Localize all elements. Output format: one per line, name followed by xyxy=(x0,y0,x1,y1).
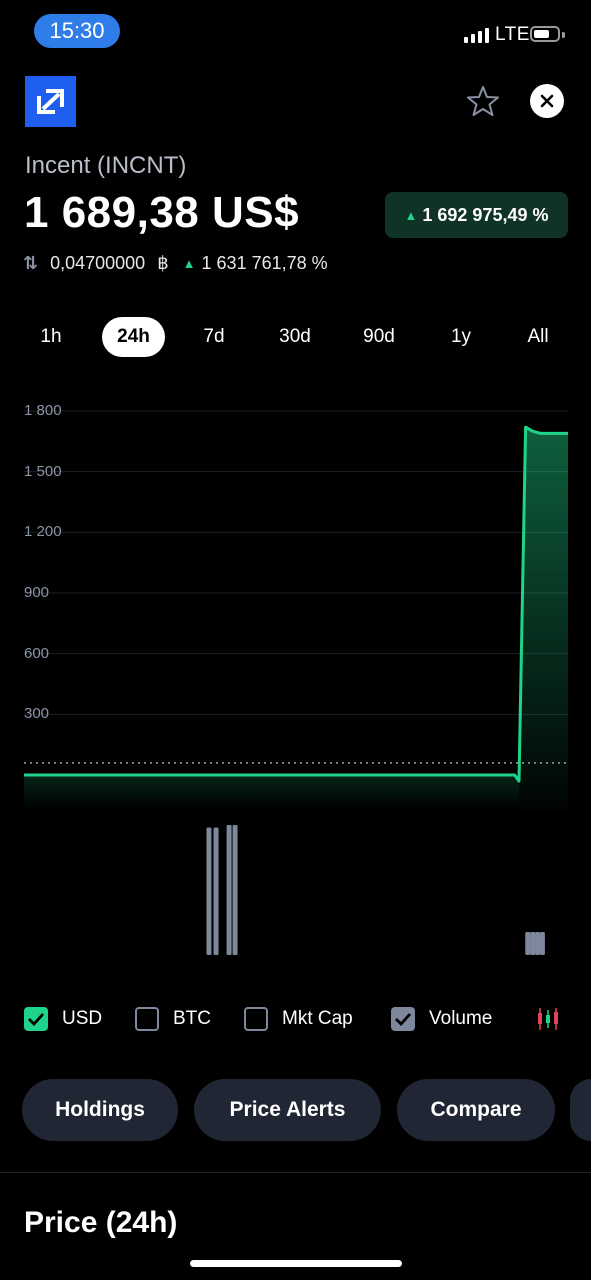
price-chart[interactable]: 1 800 1 500 1 200 900 600 300 xyxy=(0,390,591,970)
up-triangle-icon: ▲ xyxy=(182,256,196,271)
tab-7d[interactable]: 7d xyxy=(188,317,240,357)
home-indicator[interactable] xyxy=(190,1260,402,1267)
star-icon[interactable] xyxy=(466,84,500,123)
compare-button[interactable]: Compare xyxy=(397,1079,555,1141)
volume-bar xyxy=(525,932,531,955)
candlestick-icon[interactable] xyxy=(536,1006,562,1037)
price-area xyxy=(519,427,568,810)
chart-legend: USD BTC Mkt Cap Volume xyxy=(0,1002,591,1038)
volume-bar xyxy=(539,932,545,955)
holdings-button[interactable]: Holdings xyxy=(22,1079,178,1141)
swap-arrows-icon[interactable]: ⇅ xyxy=(23,253,38,274)
cellular-signal-icon xyxy=(464,28,489,43)
btc-label: BTC xyxy=(173,1008,211,1029)
up-triangle-icon: ▲ xyxy=(404,207,418,223)
price-alerts-button[interactable]: Price Alerts xyxy=(194,1079,381,1141)
coin-logo-icon xyxy=(25,76,76,127)
price-area-base xyxy=(24,774,520,810)
btc-change-value: 1 631 761,78 % xyxy=(201,253,328,273)
coin-price: 1 689,38 US$ xyxy=(24,188,300,237)
tab-1y[interactable]: 1y xyxy=(437,317,485,357)
mkt-cap-checkbox[interactable] xyxy=(244,1007,268,1031)
coin-name: Incent (INCNT) xyxy=(25,152,187,179)
y-axis-tick-label: 900 xyxy=(24,584,50,601)
btc-price-row: ⇅ 0,04700000 ฿ ▲ 1 631 761,78 % xyxy=(23,253,328,274)
volume-bar xyxy=(530,932,536,955)
section-divider xyxy=(0,1172,591,1173)
price-change-value: 1 692 975,49 % xyxy=(422,204,549,225)
close-button[interactable] xyxy=(530,84,564,118)
price-change-badge: ▲ 1 692 975,49 % xyxy=(385,192,568,238)
price-chart-svg xyxy=(24,410,568,955)
price-line xyxy=(24,425,568,783)
btc-symbol: ฿ xyxy=(157,253,169,273)
btc-price: 0,04700000 xyxy=(50,253,146,273)
volume-bar xyxy=(213,827,219,955)
status-time: 15:30 xyxy=(34,14,120,48)
close-icon xyxy=(540,94,554,108)
volume-checkbox[interactable] xyxy=(391,1007,415,1031)
y-axis-tick-label: 1 200 xyxy=(24,523,62,541)
volume-label: Volume xyxy=(429,1008,493,1029)
y-axis-tick-label: 1 800 xyxy=(24,402,62,419)
volume-bar xyxy=(232,825,238,955)
btc-checkbox[interactable] xyxy=(135,1007,159,1031)
tab-all[interactable]: All xyxy=(513,317,563,357)
tab-30d[interactable]: 30d xyxy=(268,317,322,357)
usd-label: USD xyxy=(62,1008,103,1029)
usd-checkbox[interactable] xyxy=(24,1007,48,1031)
tab-90d[interactable]: 90d xyxy=(352,317,406,357)
volume-bar xyxy=(226,825,232,955)
more-actions-button[interactable] xyxy=(570,1079,591,1141)
y-axis-tick-label: 300 xyxy=(24,705,50,723)
y-axis-tick-label: 600 xyxy=(24,644,50,662)
battery-tip xyxy=(562,32,565,38)
y-axis-tick-label: 1 500 xyxy=(24,462,62,480)
tab-24h[interactable]: 24h xyxy=(102,317,165,357)
mkt-cap-label: Mkt Cap xyxy=(282,1008,353,1029)
tab-1h[interactable]: 1h xyxy=(24,317,78,357)
network-type: LTE xyxy=(495,24,530,45)
volume-bar xyxy=(535,932,541,955)
battery-icon xyxy=(530,26,560,42)
time-range-tabs: 1h 24h 7d 30d 90d 1y All xyxy=(0,317,591,357)
volume-bar xyxy=(206,827,212,955)
price-24h-title: Price (24h) xyxy=(24,1206,178,1239)
